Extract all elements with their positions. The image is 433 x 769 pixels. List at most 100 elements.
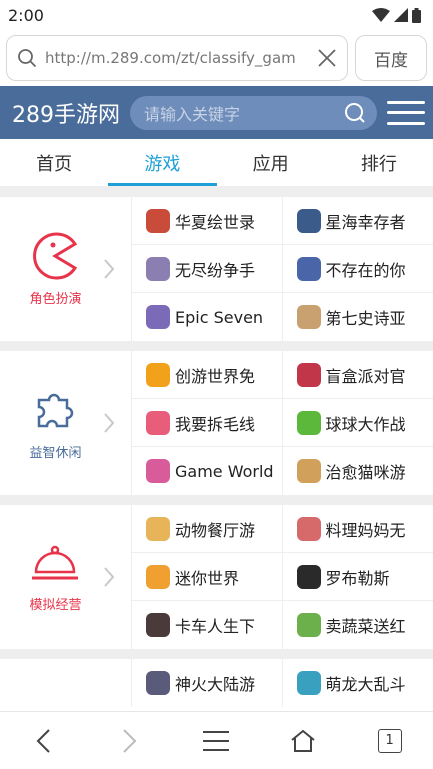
game-item[interactable]: 迷你世界 [132,553,283,601]
game-item[interactable]: 治愈猫咪游 [283,447,433,495]
site-search-placeholder: 请输入关键字 [144,104,241,124]
game-icon [296,362,321,387]
category-label: 益智休闲 [29,445,82,461]
game-item[interactable]: 动物餐厅游 [132,505,283,553]
nav-tabs: 首页 游戏 应用 排行 [0,139,433,187]
home-icon [291,729,315,752]
tab-games[interactable]: 游戏 [108,139,217,186]
game-icon [296,305,321,329]
chevron-right-icon [104,259,115,279]
status-bar: 2:00 [0,0,433,30]
tab-apps[interactable]: 应用 [217,139,325,186]
game-icon [296,208,321,233]
site-logo[interactable]: 289手游网 [12,97,120,129]
battery-icon [412,7,421,23]
game-name: 球球大作战 [325,414,406,434]
browser-bottom-bar: 1 [0,711,433,769]
game-name: 星海幸存者 [325,212,406,232]
forward-button[interactable] [100,716,160,766]
game-grid: 创游世界免 盲盒派对官我要拆毛线 球球大作战 Game World 治愈猫咪游 [132,351,433,495]
clear-url-icon[interactable] [317,48,337,68]
game-item[interactable]: 盲盒派对官 [282,351,433,399]
search-icon[interactable] [343,101,367,125]
game-item[interactable]: Epic Seven [132,293,283,341]
baidu-button[interactable]: 百度 [355,35,427,81]
tabs-button[interactable]: 1 [360,716,420,766]
game-name: 华夏绘世录 [175,212,256,232]
game-icon [296,564,321,589]
category-list: 角色扮演 华夏绘世录 星海幸存者无尽纷争手 不存在的你 Epic Seven 第七史诗亚… [0,187,433,707]
game-name: 创游世界免 [175,366,256,386]
url-field[interactable]: http://m.289.com/zt/classify_gam [6,35,348,81]
game-icon [146,305,170,329]
category-header[interactable]: 角色扮演 [0,197,132,341]
game-name: 料理妈妈无 [325,520,406,540]
home-button[interactable] [273,716,333,766]
browser-menu-button[interactable] [186,716,246,766]
game-item[interactable]: 卖蔬菜送红 [283,601,433,649]
puzzle-icon [38,393,74,427]
category-header[interactable]: 益智休闲 [0,351,132,495]
game-name: 神火大陆游 [175,675,256,694]
category-section: 模拟经营 动物餐厅游 料理妈妈无迷你世界 罗布勒斯卡车人生下 卖蔬菜送红 [0,505,433,649]
game-item[interactable]: 料理妈妈无 [282,505,433,553]
category-header[interactable]: 模拟经营 [0,505,132,649]
game-name: 罗布勒斯 [325,568,390,588]
game-item[interactable]: 华夏绘世录 [132,197,283,245]
game-item[interactable]: 创游世界免 [132,351,283,399]
game-name: 治愈猫咪游 [325,463,406,482]
game-icon [296,410,321,435]
url-text: http://m.289.com/zt/classify_gam [45,49,296,67]
site-search-box[interactable]: 请输入关键字 [130,95,377,130]
tab-home[interactable]: 首页 [0,139,108,186]
category-icon [32,703,80,707]
tab-ranking[interactable]: 排行 [325,139,433,186]
game-item[interactable]: 罗布勒斯 [282,553,433,601]
category-label: 角色扮演 [29,291,82,307]
category-section: 益智休闲 创游世界免 盲盒派对官我要拆毛线 球球大作战 Game World 治愈猫咪游 [0,351,433,495]
service-bell-icon [32,545,79,579]
chevron-right-icon [104,567,115,587]
game-name: 不存在的你 [325,260,406,280]
game-icon [296,613,321,637]
category-section: 角色扮演 华夏绘世录 星海幸存者无尽纷争手 不存在的你 Epic Seven 第七史诗亚 [0,197,433,341]
back-button[interactable] [13,716,73,766]
pacman-icon [33,232,78,279]
category-header[interactable] [0,659,132,707]
game-icon [146,410,170,435]
game-item[interactable]: 无尽纷争手 [132,245,283,293]
game-item[interactable]: 神火大陆游 [132,659,283,707]
game-icon [146,208,170,233]
game-grid: 华夏绘世录 星海幸存者无尽纷争手 不存在的你 Epic Seven 第七史诗亚 [132,197,433,341]
search-icon [18,49,37,68]
game-item[interactable]: 萌龙大乱斗 [283,659,433,707]
browser-address-bar: http://m.289.com/zt/classify_gam 百度 [0,30,433,86]
game-item[interactable]: 卡车人生下 [132,601,283,649]
site-header: 289手游网 请输入关键字 [0,86,433,139]
game-icon [296,671,321,695]
game-icon [146,613,170,637]
game-icon [146,362,170,387]
game-icon [296,459,321,483]
game-icon [146,256,170,281]
game-item[interactable]: 球球大作战 [282,399,433,447]
category-label: 模拟经营 [29,597,82,613]
game-item[interactable]: Game World [132,447,283,495]
game-name: 第七史诗亚 [325,309,406,328]
game-name: 卖蔬菜送红 [325,617,406,636]
chevron-right-icon [104,413,115,433]
game-name: 迷你世界 [175,568,240,588]
game-item[interactable]: 不存在的你 [282,245,433,293]
game-grid: 神火大陆游 萌龙大乱斗 [132,659,433,707]
game-item[interactable]: 第七史诗亚 [283,293,433,341]
game-name: 卡车人生下 [175,617,256,636]
game-item[interactable]: 星海幸存者 [282,197,433,245]
game-name: Epic Seven [175,307,264,327]
menu-icon[interactable] [387,98,425,128]
game-name: Game World [175,461,274,481]
status-time: 2:00 [8,5,44,25]
game-item[interactable]: 我要拆毛线 [132,399,283,447]
game-icon [296,256,321,281]
game-name: 盲盒派对官 [325,366,406,386]
category-section: 神火大陆游 萌龙大乱斗 [0,659,433,707]
